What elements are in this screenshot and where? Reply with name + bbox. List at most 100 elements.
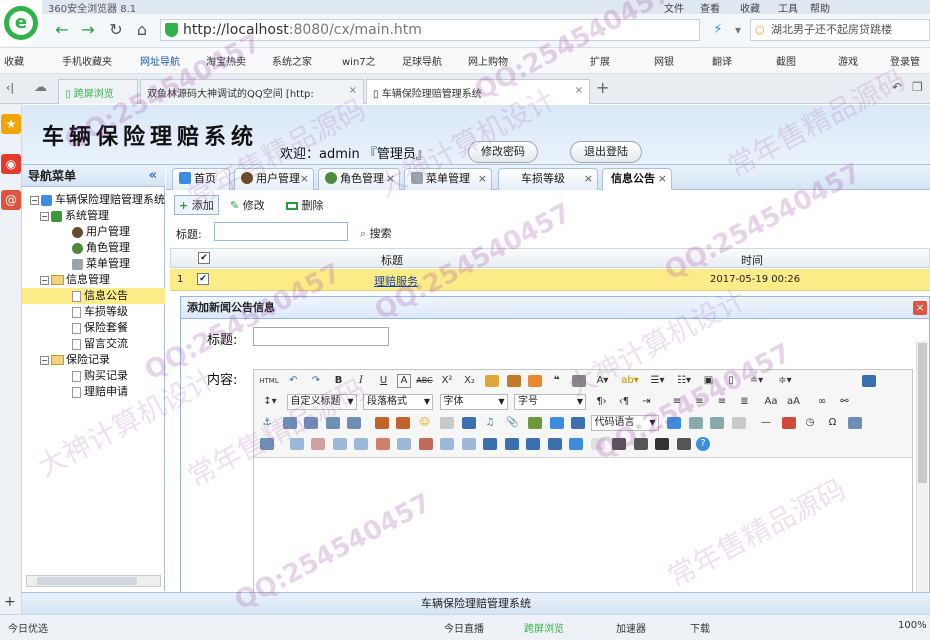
date-icon[interactable] (781, 417, 796, 429)
bookmark-football[interactable]: 足球导航 (402, 53, 442, 68)
wordimage-icon[interactable] (731, 417, 746, 429)
menu-file[interactable]: 文件 (664, 0, 684, 15)
menu-tools[interactable]: 工具 (778, 0, 798, 15)
scroll-thumb[interactable] (918, 343, 927, 483)
close-icon[interactable]: × (478, 169, 487, 189)
status-cross-screen[interactable]: 跨屏浏览 (524, 620, 564, 635)
format-brush-icon[interactable] (506, 375, 521, 387)
table-d-icon[interactable] (354, 438, 368, 450)
delete-button[interactable]: 删除 (286, 197, 324, 213)
edit-button[interactable]: ✎ 修改 (230, 197, 265, 213)
tree-item-announcements[interactable]: 信息公告 (22, 288, 165, 304)
table-c-icon[interactable] (332, 438, 347, 450)
image-left-icon[interactable] (282, 417, 297, 429)
html-source-button[interactable]: HTML (258, 372, 280, 390)
table-row[interactable]: 1 ✔ 理赔服务 2017-05-19 00:26 (170, 269, 930, 291)
collapse-icon[interactable]: « (149, 165, 157, 187)
image-center-icon[interactable] (347, 417, 361, 429)
close-icon[interactable]: × (349, 85, 357, 96)
ext-login[interactable]: 登录管 (890, 53, 920, 68)
menu-view[interactable]: 查看 (700, 0, 720, 15)
highlight-icon[interactable]: ab▾ (618, 372, 642, 390)
table-j-icon[interactable] (483, 438, 497, 450)
forward-arrow-icon[interactable]: → (78, 20, 98, 40)
tab-list-icon[interactable]: ‹| (6, 81, 14, 94)
unordered-list-icon[interactable]: ☷▾ (673, 372, 695, 390)
new-tab-plus-icon[interactable]: + (596, 78, 609, 97)
preview-icon[interactable] (633, 438, 648, 450)
image-none-icon[interactable] (325, 417, 340, 429)
close-icon[interactable]: × (584, 169, 593, 189)
status-download[interactable]: 下载 (690, 620, 710, 635)
tab-damage-levels[interactable]: 车损等级 × (498, 168, 598, 190)
tab-users[interactable]: 用户管理 × (234, 168, 314, 190)
page-break-icon[interactable] (688, 417, 703, 429)
tree-item-messages[interactable]: 留言交流 (22, 336, 165, 352)
table-a-icon[interactable] (289, 438, 304, 450)
tab-qq-zone[interactable]: 双鱼林源码大神调试的QQ空间 [http: × (140, 79, 364, 104)
bookmark-mobile[interactable]: 手机收藏夹 (62, 53, 112, 68)
scroll-thumb[interactable] (37, 577, 137, 585)
emotion-icon[interactable]: ☺ (416, 414, 434, 432)
status-accelerator[interactable]: 加速器 (616, 620, 646, 635)
row-title-link[interactable]: 理赔服务 (374, 273, 418, 289)
custom-title-select[interactable]: 自定义标题 ▼ (286, 394, 357, 410)
close-icon[interactable]: × (386, 169, 395, 189)
superscript-icon[interactable]: X² (438, 372, 456, 390)
redo-icon[interactable]: ↷ (307, 372, 325, 390)
special-char-icon[interactable]: Ω (824, 414, 842, 432)
ext-games[interactable]: 游戏 (838, 53, 858, 68)
tab-menus[interactable]: 菜单管理 × (404, 168, 492, 190)
tree-group-info[interactable]: − 信息管理 (22, 272, 165, 288)
align-right-icon[interactable]: ≡ (713, 393, 731, 411)
table-h-icon[interactable] (440, 438, 454, 450)
collapse-box-icon[interactable]: − (40, 211, 49, 221)
touppercase-icon[interactable]: Aa (762, 393, 780, 411)
tree-item-menus[interactable]: 菜单管理 (22, 256, 165, 272)
anchor-icon[interactable]: ⚓ (258, 414, 276, 432)
code-language-select[interactable]: 代码语言 ▼ (590, 415, 659, 431)
window-icon[interactable]: ❐ (912, 80, 923, 94)
dropdown-icon[interactable]: ▾ (728, 20, 748, 40)
search-input[interactable]: ○ 湖北男子还不起房贷跳楼 (750, 19, 930, 41)
tree-item-roles[interactable]: 角色管理 (22, 240, 165, 256)
insert-image-icon[interactable] (374, 417, 389, 429)
font-border-icon[interactable]: A (397, 374, 411, 388)
column-time-header[interactable]: 时间 (741, 252, 763, 268)
speed-bolt-icon[interactable]: ⚡ (708, 20, 728, 40)
collapse-box-icon[interactable]: − (30, 195, 39, 205)
home-icon[interactable]: ⌂ (132, 20, 152, 40)
horizontal-rule-icon[interactable]: — (757, 414, 775, 432)
table-b-icon[interactable] (311, 438, 325, 450)
close-icon[interactable]: × (575, 85, 583, 96)
tab-announcements[interactable]: 信息公告 × (602, 168, 672, 190)
tab-cross-screen[interactable]: ▯ 跨屏浏览 (58, 79, 138, 104)
tree-group-system[interactable]: − 系统管理 (22, 208, 165, 224)
logout-button[interactable]: 退出登陆 (570, 141, 642, 163)
eraser-icon[interactable] (485, 375, 499, 387)
help-icon[interactable]: ? (696, 437, 710, 451)
undo-icon[interactable]: ↶ (285, 372, 303, 390)
italic-icon[interactable]: I (352, 372, 370, 390)
music-icon[interactable]: ♫ (481, 414, 499, 432)
frame-icon[interactable] (571, 417, 585, 429)
tree-item-users[interactable]: 用户管理 (22, 224, 165, 240)
rtl-icon[interactable]: ‹¶ (615, 393, 633, 411)
dialog-close-icon[interactable]: × (913, 301, 927, 315)
align-left-icon[interactable]: ≡ (668, 393, 686, 411)
paragraph-select[interactable]: 段落格式 ▼ (363, 394, 433, 410)
tree-item-claims[interactable]: 理赔申请 (22, 384, 165, 400)
ext-bank[interactable]: 网银 (654, 53, 674, 68)
tab-roles[interactable]: 角色管理 × (318, 168, 400, 190)
bookmark-win7[interactable]: win7之 (342, 53, 376, 68)
tree-item-purchases[interactable]: 购买记录 (22, 368, 165, 384)
font-size-select[interactable]: 字号 ▼ (514, 394, 586, 410)
back-arrow-icon[interactable]: ← (52, 20, 72, 40)
ext-screenshot[interactable]: 截图 (776, 53, 796, 68)
tab-insurance-system[interactable]: ▯ 车辆保险理赔管理系统 × (366, 79, 590, 104)
select-all-checkbox[interactable]: ✔ (198, 252, 210, 264)
tree-root[interactable]: − 车辆保险理赔管理系统 (22, 192, 165, 208)
bold-icon[interactable]: B (330, 372, 348, 390)
clear-doc-icon[interactable]: ▯ (722, 372, 740, 390)
blockquote-icon[interactable]: ❝ (548, 372, 566, 390)
